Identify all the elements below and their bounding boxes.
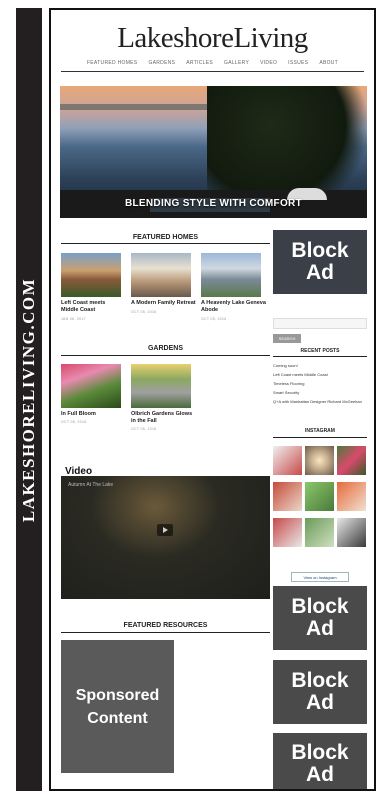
recent-posts-heading: RECENT POSTS [300,348,340,354]
instagram-thumbnail[interactable] [273,482,302,511]
recent-post-link[interactable]: Smart Security [273,390,367,395]
featured-homes-divider [61,243,270,244]
instagram-thumbnail[interactable] [273,518,302,547]
nav-item-articles[interactable]: ARTICLES [186,60,213,66]
block-ad[interactable]: Block Ad [273,660,367,724]
home-card-image[interactable] [201,253,261,297]
home-card-title[interactable]: A Heavenly Lake Geneva Abode [201,300,267,314]
page-mockup: LakeshoreLiving FEATURED HOMES GARDENS A… [49,8,376,791]
nav-item-gardens[interactable]: GARDENS [148,60,175,66]
video-clip-title: Autumn At The Lake [68,482,114,488]
home-card-image[interactable] [131,253,191,297]
featured-homes-heading: FEATURED HOMES [132,234,199,241]
recent-posts-divider [273,356,367,357]
nav-item-issues[interactable]: ISSUES [288,60,308,66]
site-logo[interactable]: LakeshoreLiving [51,22,374,55]
recent-post-link[interactable]: Q+A with Manhattan Designer Richard McGe… [273,399,363,404]
instagram-thumbnail[interactable] [305,446,334,475]
block-ad[interactable]: Block Ad [273,586,367,650]
nav-item-featured-homes[interactable]: FEATURED HOMES [87,60,138,66]
recent-post-link[interactable]: Left Coast meets Middle Coast [273,372,367,377]
garden-card-image[interactable] [61,364,121,408]
instagram-divider [273,437,367,438]
hero-banner[interactable]: BLENDING STYLE WITH COMFORT [60,86,367,218]
instagram-thumbnail[interactable] [337,482,366,511]
block-ad[interactable]: Block Ad [273,733,367,789]
video-player[interactable]: Autumn At The Lake [61,476,270,599]
featured-resources-heading: FEATURED RESOURCES [123,622,208,629]
home-card-date: OCT 05, 2016 [131,310,157,314]
garden-card-title[interactable]: Olbrich Gardens Glows in the Fall [131,411,197,425]
hero-title: BLENDING STYLE WITH COMFORT [125,198,302,209]
hero-shoreline [60,104,210,110]
home-card-date: JAN 06, 2017 [61,317,86,321]
garden-card-title[interactable]: In Full Bloom [61,411,123,418]
nav-item-gallery[interactable]: GALLERY [224,60,249,66]
garden-card-image[interactable] [131,364,191,408]
nav-item-video[interactable]: VIDEO [260,60,277,66]
site-url-text: LAKESHORELIVING.COM [19,277,38,522]
instagram-thumbnail[interactable] [337,518,366,547]
search-button[interactable]: SEARCH [273,334,301,343]
nav-divider [61,71,364,72]
instagram-thumbnail[interactable] [273,446,302,475]
gardens-divider [61,355,270,356]
instagram-heading: INSTAGRAM [305,428,335,434]
instagram-thumbnail[interactable] [337,446,366,475]
main-nav: FEATURED HOMES GARDENS ARTICLES GALLERY … [51,60,374,66]
garden-card-date: OCT 05, 2016 [61,420,87,424]
instagram-thumbnail[interactable] [305,482,334,511]
home-card-date: OCT 05, 2016 [201,317,227,321]
view-on-instagram-button[interactable]: View on Instagram [291,572,349,582]
gardens-heading: GARDENS [147,345,183,352]
home-card-image[interactable] [61,253,121,297]
site-url-spine: LAKESHORELIVING.COM [16,8,42,791]
featured-resources-divider [61,632,270,633]
garden-card-date: OCT 05, 2016 [131,427,157,431]
instagram-thumbnail[interactable] [305,518,334,547]
recent-post-link[interactable]: Coming soon! [273,363,367,368]
home-card-title[interactable]: Left Coast meets Middle Coast [61,300,123,314]
search-input[interactable] [273,318,367,329]
recent-post-link[interactable]: Timeless Flooring [273,381,367,386]
play-icon[interactable] [157,524,173,536]
block-ad[interactable]: Block Ad [273,230,367,294]
sponsored-content-block[interactable]: Sponsored Content [61,640,174,773]
home-card-title[interactable]: A Modern Family Retreat [131,300,199,307]
nav-item-about[interactable]: ABOUT [319,60,338,66]
